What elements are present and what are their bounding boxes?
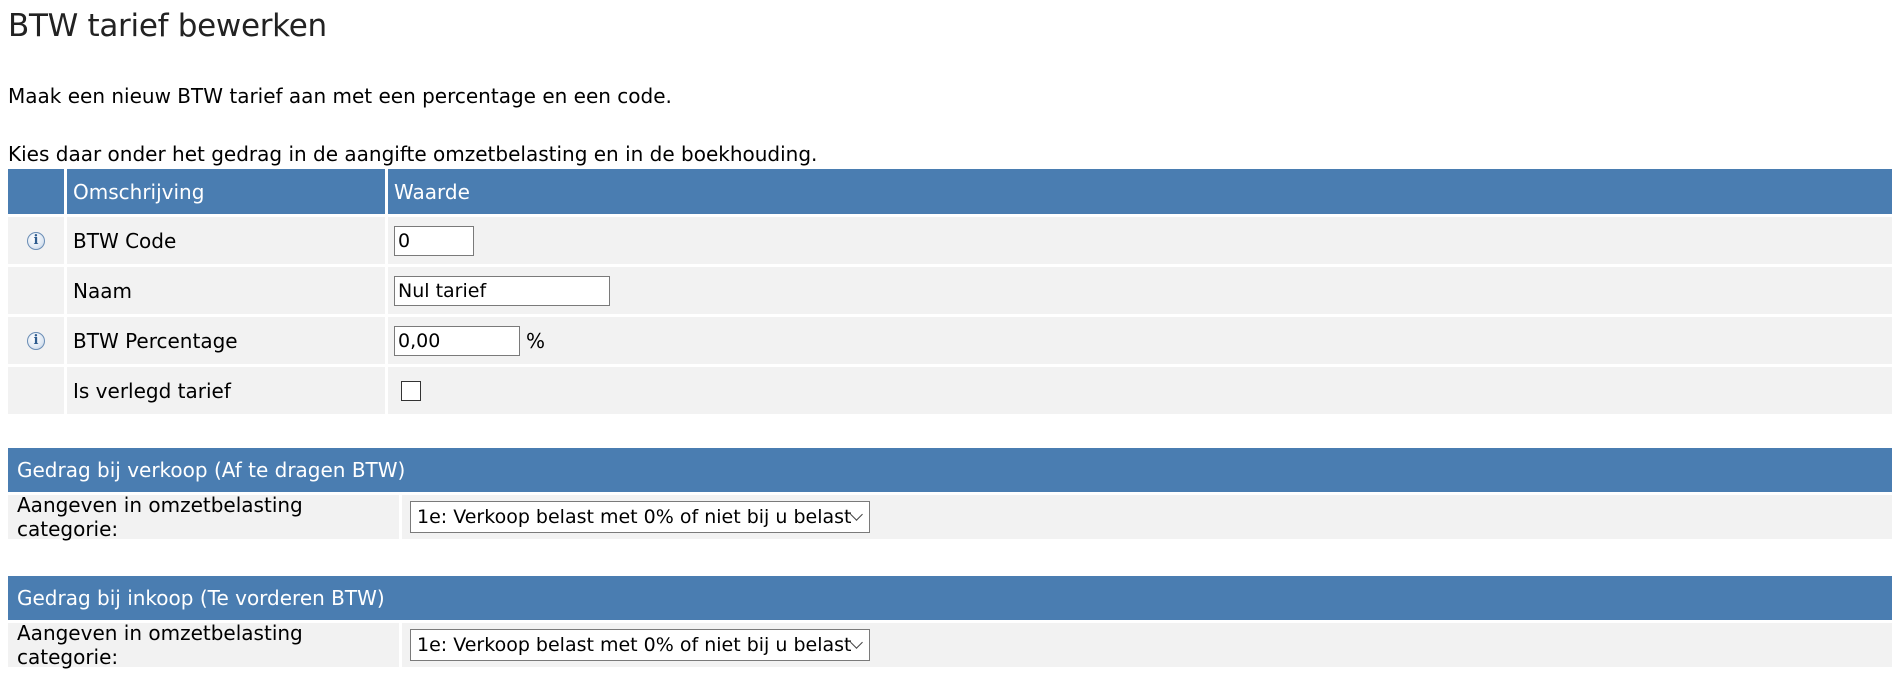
header-icon-column [8, 169, 64, 214]
inkoop-category-label: Aangeven in omzetbelasting categorie: [8, 621, 399, 669]
row-icon-cell: i [8, 217, 64, 264]
header-waarde: Waarde [388, 169, 1892, 214]
naam-label: Naam [67, 267, 385, 314]
row-icon-cell [8, 267, 64, 314]
inkoop-category-value-cell: 1e: Verkoop belast met 0% of niet bij u … [402, 623, 1892, 667]
row-icon-cell [8, 367, 64, 414]
inkoop-section: Gedrag bij inkoop (Te vorderen BTW) Aang… [8, 576, 1892, 669]
percent-unit: % [526, 328, 546, 353]
verlegd-checkbox[interactable] [401, 380, 421, 401]
page-title: BTW tarief bewerken [8, 8, 327, 44]
info-icon[interactable]: i [27, 331, 45, 350]
btw-percentage-label: BTW Percentage [67, 317, 385, 364]
verlegd-label: Is verlegd tarief [67, 367, 385, 414]
btw-code-value-cell [388, 217, 1892, 264]
naam-input[interactable] [394, 275, 610, 306]
btw-percentage-input[interactable] [394, 325, 520, 356]
verkoop-selected-option: 1e: Verkoop belast met 0% of niet bij u … [417, 506, 852, 528]
verkoop-category-select[interactable]: 1e: Verkoop belast met 0% of niet bij u … [410, 501, 870, 533]
btw-percentage-value-cell: % [388, 317, 1892, 364]
info-icon[interactable]: i [27, 231, 45, 250]
btw-code-label: BTW Code [67, 217, 385, 264]
verkoop-category-value-cell: 1e: Verkoop belast met 0% of niet bij u … [402, 495, 1892, 539]
chevron-down-icon [850, 636, 863, 649]
intro-text-2: Kies daar onder het gedrag in de aangift… [8, 142, 818, 166]
naam-value-cell [388, 267, 1892, 314]
verkoop-section: Gedrag bij verkoop (Af te dragen BTW) Aa… [8, 448, 1892, 541]
inkoop-heading: Gedrag bij inkoop (Te vorderen BTW) [8, 576, 1892, 620]
row-icon-cell: i [8, 317, 64, 364]
inkoop-category-select[interactable]: 1e: Verkoop belast met 0% of niet bij u … [410, 629, 870, 661]
chevron-down-icon [850, 508, 863, 521]
header-omschrijving: Omschrijving [67, 169, 385, 214]
verlegd-value-cell [388, 367, 1892, 414]
inkoop-selected-option: 1e: Verkoop belast met 0% of niet bij u … [417, 634, 852, 656]
verkoop-heading: Gedrag bij verkoop (Af te dragen BTW) [8, 448, 1892, 492]
verkoop-category-label: Aangeven in omzetbelasting categorie: [8, 493, 399, 541]
intro-text-1: Maak een nieuw BTW tarief aan met een pe… [8, 84, 672, 108]
btw-code-input[interactable] [394, 225, 474, 256]
btw-form-table: Omschrijving Waarde i BTW Code Naam i BT… [8, 169, 1892, 414]
